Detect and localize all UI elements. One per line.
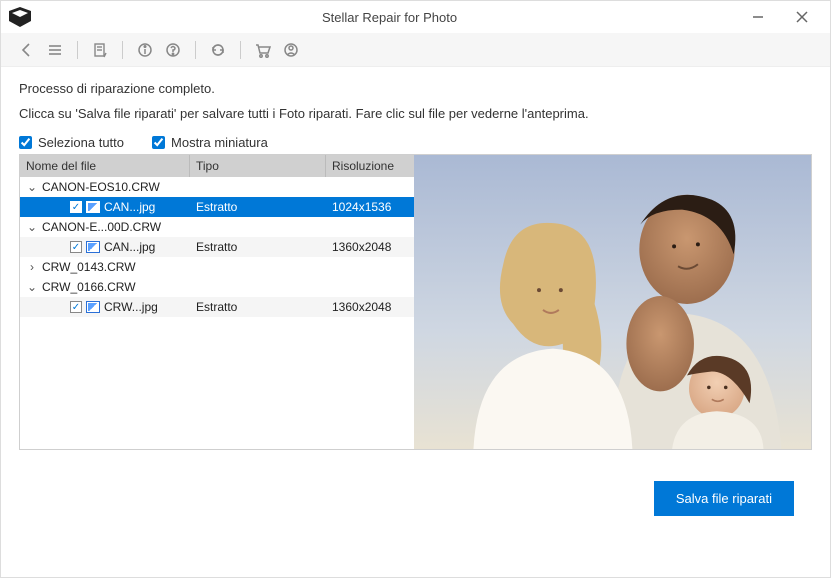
- show-thumbnail-label: Mostra miniatura: [171, 135, 268, 150]
- file-type: Estratto: [190, 200, 326, 214]
- tree-file-row[interactable]: ✓ CAN...jpg Estratto 1024x1536: [20, 197, 414, 217]
- file-checkbox[interactable]: ✓: [70, 301, 82, 313]
- user-icon[interactable]: [279, 38, 303, 62]
- save-repaired-button[interactable]: Salva file riparati: [654, 481, 794, 516]
- file-list-header: Nome del file Tipo Risoluzione: [20, 155, 414, 177]
- image-file-icon: [86, 241, 100, 253]
- toolbar-separator: [240, 41, 241, 59]
- folder-label: CANON-EOS10.CRW: [42, 180, 160, 194]
- image-file-icon: [86, 201, 100, 213]
- footer: Salva file riparati: [19, 450, 812, 534]
- file-checkbox[interactable]: ✓: [70, 201, 82, 213]
- file-list-pane: Nome del file Tipo Risoluzione ⌄ CANON-EO…: [20, 155, 414, 449]
- app-window: Stellar Repair for Photo Processo di rip…: [0, 0, 831, 578]
- tree-file-row[interactable]: ✓ CRW...jpg Estratto 1360x2048: [20, 297, 414, 317]
- toolbar-separator: [122, 41, 123, 59]
- image-file-icon: [86, 301, 100, 313]
- chevron-down-icon[interactable]: ⌄: [26, 180, 38, 194]
- tree-folder-row[interactable]: ⌄ CANON-E...00D.CRW: [20, 217, 414, 237]
- content-area: Processo di riparazione completo. Clicca…: [1, 67, 830, 577]
- split-pane: Nome del file Tipo Risoluzione ⌄ CANON-EO…: [19, 154, 812, 450]
- show-thumbnail-input[interactable]: [152, 136, 165, 149]
- info-icon[interactable]: [133, 38, 157, 62]
- file-resolution: 1360x2048: [326, 300, 414, 314]
- log-icon[interactable]: [88, 38, 112, 62]
- file-type: Estratto: [190, 240, 326, 254]
- window-controls: [738, 3, 822, 31]
- file-label: CRW...jpg: [104, 300, 158, 314]
- tree-file-row[interactable]: ✓ CAN...jpg Estratto 1360x2048: [20, 237, 414, 257]
- column-type[interactable]: Tipo: [190, 155, 326, 177]
- tree-folder-row[interactable]: ⌄ CRW_0166.CRW: [20, 277, 414, 297]
- file-tree[interactable]: ⌄ CANON-EOS10.CRW ✓ CAN...jpg Estratto 102…: [20, 177, 414, 449]
- status-text: Processo di riparazione completo.: [19, 81, 812, 96]
- menu-icon[interactable]: [43, 38, 67, 62]
- file-resolution: 1024x1536: [326, 200, 414, 214]
- chevron-down-icon[interactable]: ⌄: [26, 220, 38, 234]
- select-all-label: Seleziona tutto: [38, 135, 124, 150]
- toolbar: [1, 33, 830, 67]
- tree-folder-row[interactable]: › CRW_0143.CRW: [20, 257, 414, 277]
- column-name[interactable]: Nome del file: [20, 155, 190, 177]
- file-checkbox[interactable]: ✓: [70, 241, 82, 253]
- file-label: CAN...jpg: [104, 200, 155, 214]
- folder-label: CRW_0143.CRW: [42, 260, 136, 274]
- hint-text: Clicca su 'Salva file riparati' per salv…: [19, 106, 812, 121]
- help-icon[interactable]: [161, 38, 185, 62]
- folder-label: CANON-E...00D.CRW: [42, 220, 161, 234]
- app-logo-icon: [9, 7, 31, 27]
- cart-icon[interactable]: [251, 38, 275, 62]
- file-resolution: 1360x2048: [326, 240, 414, 254]
- options-row: Seleziona tutto Mostra miniatura: [19, 135, 812, 150]
- minimize-button[interactable]: [738, 3, 778, 31]
- select-all-input[interactable]: [19, 136, 32, 149]
- close-button[interactable]: [782, 3, 822, 31]
- file-type: Estratto: [190, 300, 326, 314]
- chevron-right-icon[interactable]: ›: [26, 260, 38, 274]
- preview-pane: [414, 155, 811, 449]
- select-all-checkbox[interactable]: Seleziona tutto: [19, 135, 124, 150]
- folder-label: CRW_0166.CRW: [42, 280, 136, 294]
- window-title: Stellar Repair for Photo: [41, 10, 738, 25]
- show-thumbnail-checkbox[interactable]: Mostra miniatura: [152, 135, 268, 150]
- back-icon[interactable]: [15, 38, 39, 62]
- chevron-down-icon[interactable]: ⌄: [26, 280, 38, 294]
- toolbar-separator: [77, 41, 78, 59]
- refresh-icon[interactable]: [206, 38, 230, 62]
- toolbar-separator: [195, 41, 196, 59]
- tree-folder-row[interactable]: ⌄ CANON-EOS10.CRW: [20, 177, 414, 197]
- file-label: CAN...jpg: [104, 240, 155, 254]
- title-bar: Stellar Repair for Photo: [1, 1, 830, 33]
- column-resolution[interactable]: Risoluzione: [326, 155, 414, 177]
- photo-preview: [414, 155, 811, 449]
